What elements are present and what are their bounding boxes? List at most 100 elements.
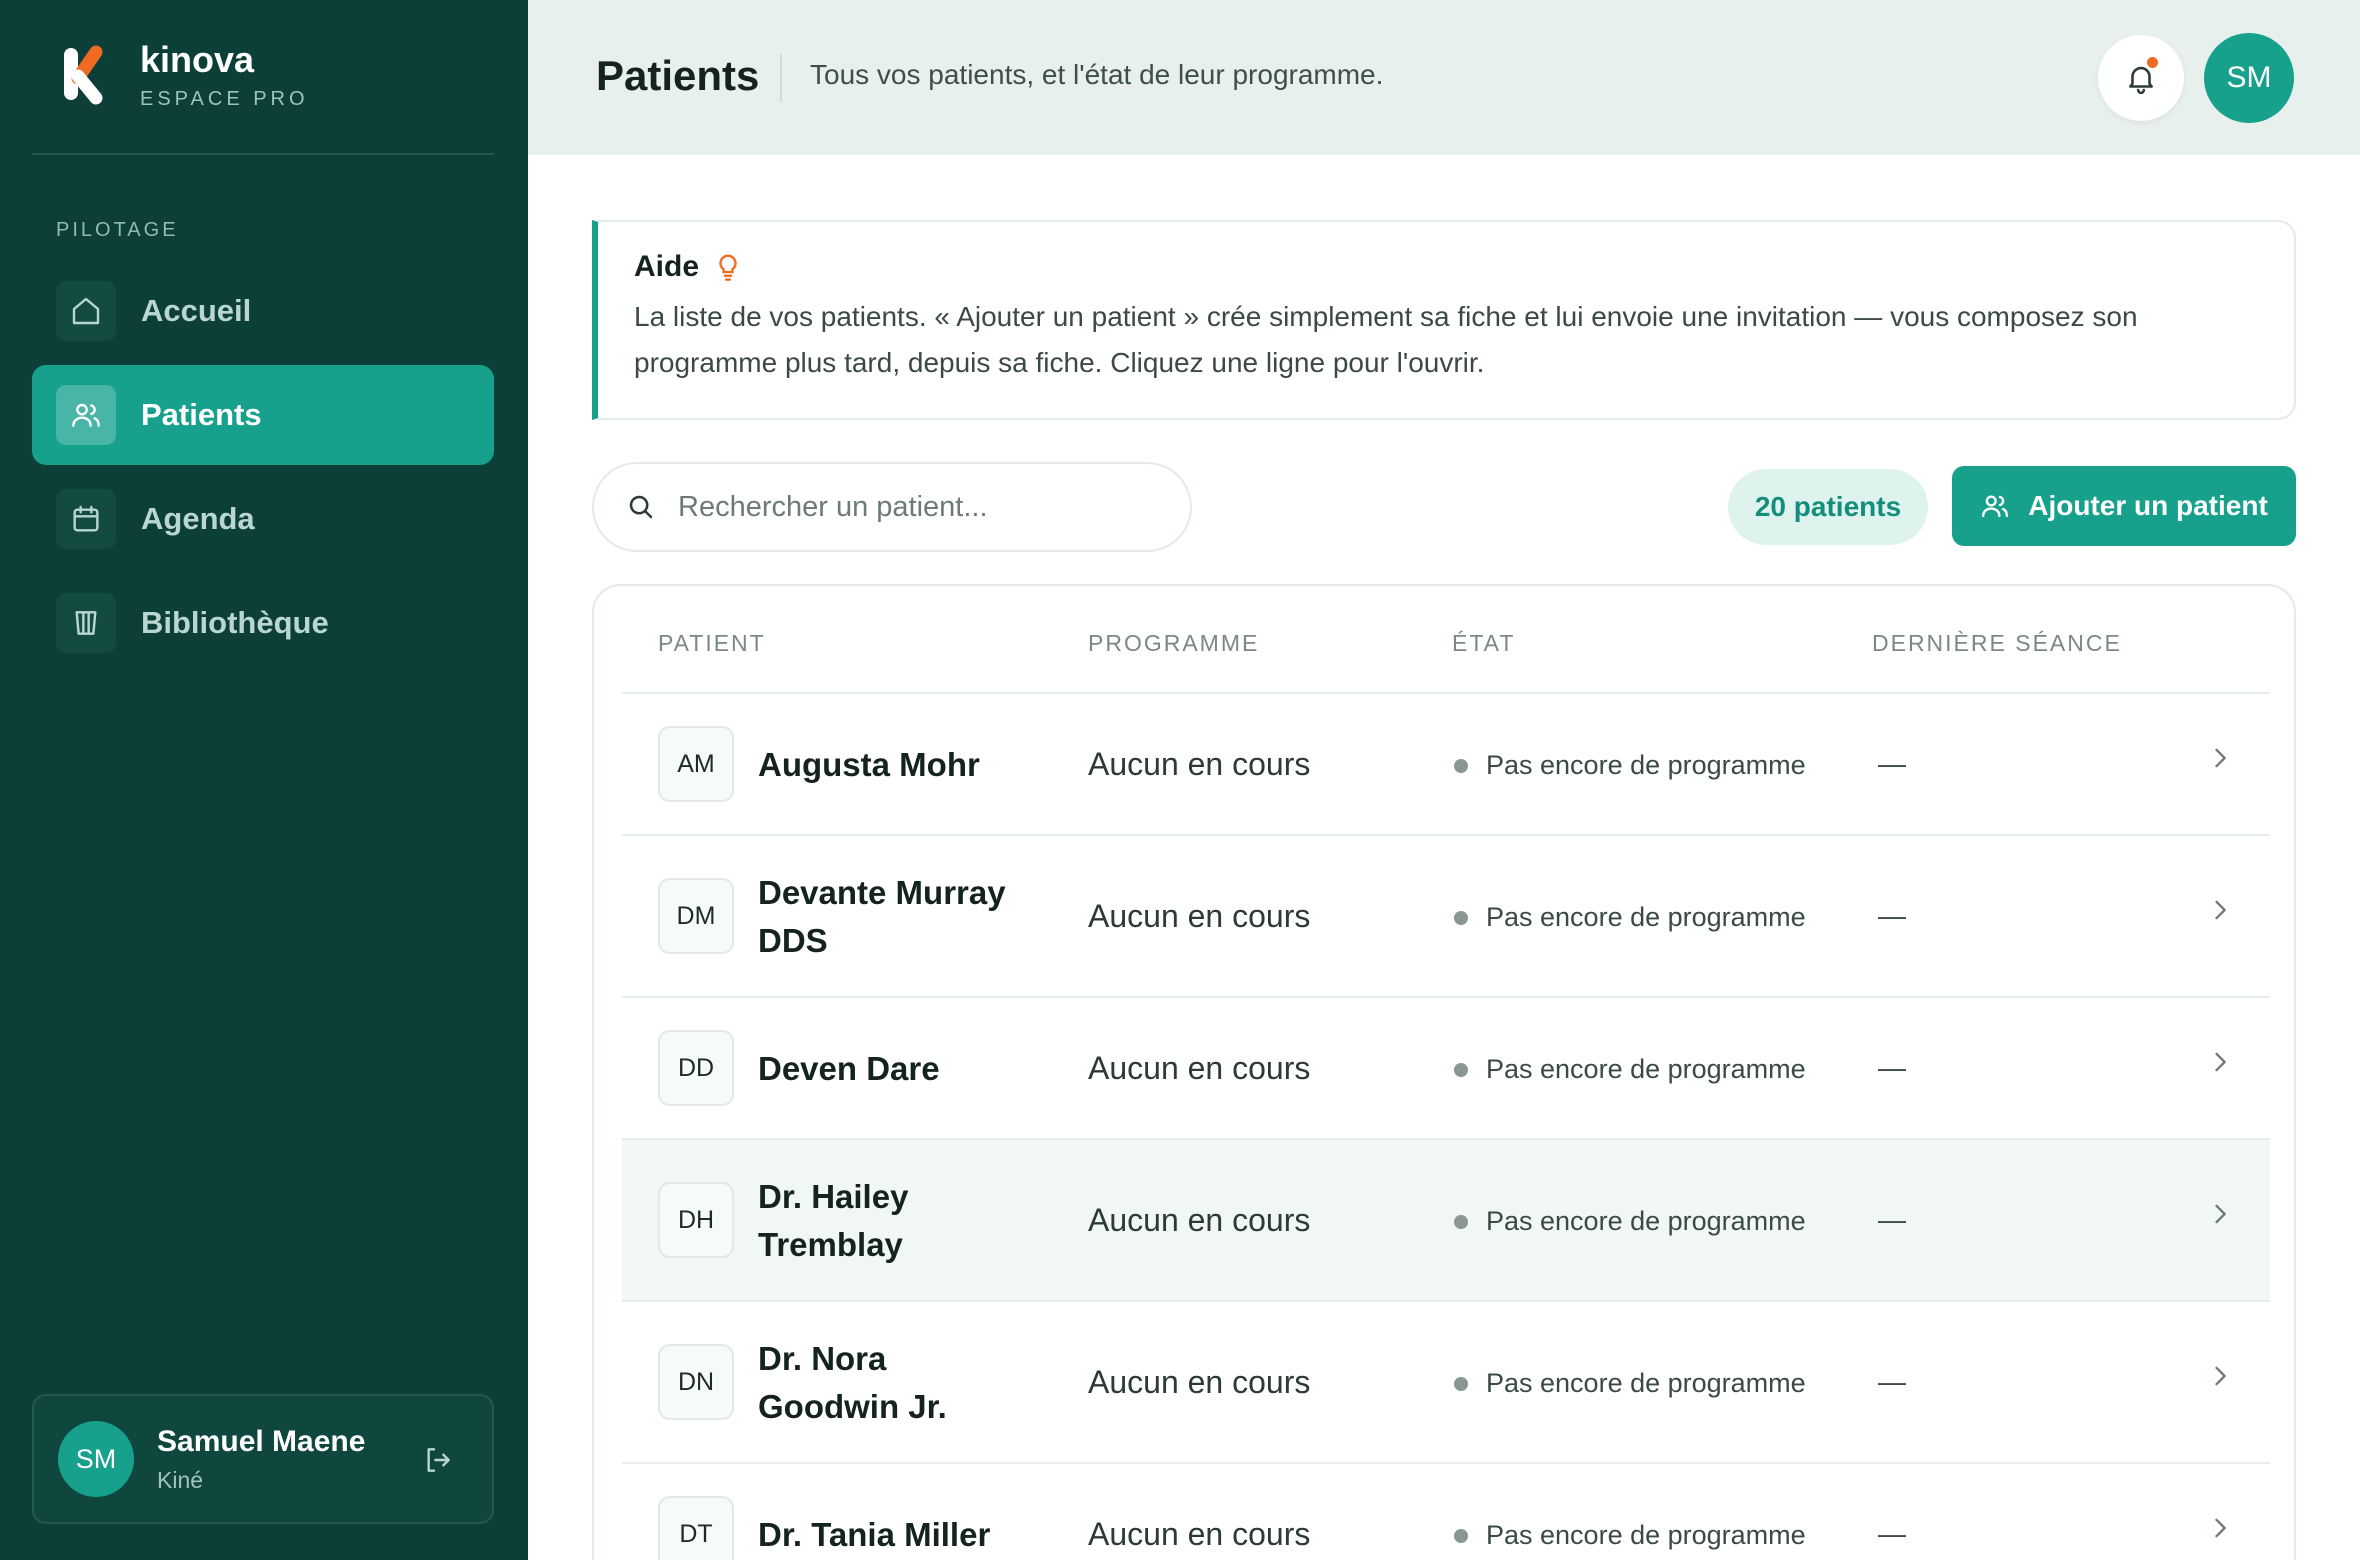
sidebar-item-label: Accueil bbox=[141, 293, 252, 328]
brand[interactable]: kinova ESPACE PRO bbox=[58, 38, 309, 111]
page-subtitle: Tous vos patients, et l'état de leur pro… bbox=[810, 59, 1384, 90]
patient-initials: DN bbox=[658, 1344, 734, 1420]
patient-name: Deven Dare bbox=[758, 1050, 940, 1087]
status-dot bbox=[1454, 1062, 1468, 1077]
patient-count-badge: 20 patients bbox=[1728, 469, 1928, 545]
patient-programme: Aucun en cours bbox=[1088, 1364, 1311, 1400]
brand-name: kinova bbox=[140, 39, 255, 80]
sidebar: kinova ESPACE PRO PILOTAGE Accueil Patie… bbox=[0, 0, 528, 1560]
logout-icon[interactable] bbox=[422, 1444, 454, 1481]
patient-state: Pas encore de programme bbox=[1454, 902, 1806, 933]
patient-name: Dr. Nora Goodwin Jr. bbox=[758, 1340, 947, 1425]
patient-name: Dr. Tania Miller bbox=[758, 1516, 991, 1553]
patient-initials: AM bbox=[658, 726, 734, 802]
chevron-right-icon bbox=[2215, 1204, 2226, 1224]
notifications-button[interactable] bbox=[2098, 35, 2184, 121]
patient-programme: Aucun en cours bbox=[1088, 746, 1311, 782]
chevron-right-icon bbox=[2215, 748, 2226, 768]
column-header-patient[interactable]: PATIENT bbox=[658, 630, 766, 657]
table-row[interactable]: DD Deven Dare Aucun en cours Pas encore … bbox=[622, 998, 2270, 1140]
users-icon bbox=[56, 385, 116, 445]
status-dot bbox=[1454, 1376, 1468, 1391]
add-patient-button[interactable]: Ajouter un patient bbox=[1952, 466, 2296, 546]
divider bbox=[780, 54, 782, 102]
help-text: La liste de vos patients. « Ajouter un p… bbox=[634, 301, 2138, 378]
patient-programme: Aucun en cours bbox=[1088, 1202, 1311, 1238]
sidebar-item-label: Patients bbox=[141, 397, 262, 432]
status-label: Pas encore de programme bbox=[1486, 1368, 1806, 1398]
page-header: Patients Tous vos patients, et l'état de… bbox=[528, 0, 2360, 155]
status-label: Pas encore de programme bbox=[1486, 750, 1806, 780]
patient-state: Pas encore de programme bbox=[1454, 1368, 1806, 1399]
chevron-right-icon bbox=[2215, 900, 2226, 920]
status-label: Pas encore de programme bbox=[1486, 1206, 1806, 1236]
table-row[interactable]: DM Devante Murray DDS Aucun en cours Pas… bbox=[622, 836, 2270, 998]
brand-subtitle: ESPACE PRO bbox=[140, 88, 309, 110]
patient-name: Devante Murray DDS bbox=[758, 874, 1006, 959]
nav-section-label: PILOTAGE bbox=[56, 219, 179, 241]
patient-programme: Aucun en cours bbox=[1088, 1050, 1311, 1086]
table-row[interactable]: DH Dr. Hailey Tremblay Aucun en cours Pa… bbox=[622, 1140, 2270, 1302]
status-dot bbox=[1454, 910, 1468, 925]
patient-last-session: — bbox=[1878, 1052, 1906, 1083]
search-input[interactable] bbox=[678, 490, 1158, 524]
kinova-logo bbox=[64, 45, 103, 105]
patient-initials: DT bbox=[658, 1496, 734, 1560]
search-field[interactable] bbox=[592, 462, 1192, 552]
column-header-derniere-seance[interactable]: DERNIÈRE SÉANCE bbox=[1872, 630, 2122, 657]
patient-initials: DM bbox=[658, 878, 734, 954]
help-title: Aide bbox=[634, 250, 700, 283]
patient-programme: Aucun en cours bbox=[1088, 1516, 1311, 1552]
patient-name: Augusta Mohr bbox=[758, 746, 980, 783]
patient-last-session: — bbox=[1878, 1204, 1906, 1235]
user-name: Samuel Maene bbox=[157, 1424, 366, 1458]
patient-state: Pas encore de programme bbox=[1454, 750, 1806, 781]
user-role: Kiné bbox=[157, 1466, 204, 1493]
calendar-icon bbox=[56, 489, 116, 549]
status-dot bbox=[1454, 1528, 1468, 1543]
patient-last-session: — bbox=[1878, 900, 1906, 931]
table-header: PATIENT PROGRAMME ÉTAT DERNIÈRE SÉANCE bbox=[622, 586, 2270, 694]
avatar[interactable]: SM bbox=[2204, 33, 2294, 123]
table-row[interactable]: AM Augusta Mohr Aucun en cours Pas encor… bbox=[622, 694, 2270, 836]
patient-state: Pas encore de programme bbox=[1454, 1206, 1806, 1237]
status-label: Pas encore de programme bbox=[1486, 1054, 1806, 1084]
status-dot bbox=[1454, 1214, 1468, 1229]
sidebar-item-patients[interactable]: Patients bbox=[32, 365, 494, 465]
status-dot bbox=[1454, 758, 1468, 773]
user-card[interactable]: SM Samuel Maene Kiné bbox=[32, 1394, 494, 1524]
patient-last-session: — bbox=[1878, 1518, 1906, 1549]
status-label: Pas encore de programme bbox=[1486, 902, 1806, 932]
home-icon bbox=[56, 281, 116, 341]
chevron-right-icon bbox=[2215, 1518, 2226, 1538]
table-row[interactable]: DN Dr. Nora Goodwin Jr. Aucun en cours P… bbox=[622, 1302, 2270, 1464]
patient-programme: Aucun en cours bbox=[1088, 898, 1311, 934]
help-panel: Aide La liste de vos patients. « Ajouter… bbox=[592, 220, 2296, 420]
sidebar-item-bibliotheque[interactable]: Bibliothèque bbox=[32, 573, 494, 673]
patient-state: Pas encore de programme bbox=[1454, 1054, 1806, 1085]
column-header-programme[interactable]: PROGRAMME bbox=[1088, 630, 1259, 657]
patient-initials: DH bbox=[658, 1182, 734, 1258]
status-label: Pas encore de programme bbox=[1486, 1520, 1806, 1550]
table-row[interactable]: DT Dr. Tania Miller Aucun en cours Pas e… bbox=[622, 1464, 2270, 1560]
patients-table: PATIENT PROGRAMME ÉTAT DERNIÈRE SÉANCE A… bbox=[592, 584, 2296, 1560]
chevron-right-icon bbox=[2215, 1366, 2226, 1386]
sidebar-item-agenda[interactable]: Agenda bbox=[32, 469, 494, 569]
sidebar-item-label: Bibliothèque bbox=[141, 605, 329, 640]
add-patient-label: Ajouter un patient bbox=[2028, 490, 2268, 521]
users-icon bbox=[1982, 495, 2009, 518]
sidebar-item-accueil[interactable]: Accueil bbox=[32, 261, 494, 361]
chevron-right-icon bbox=[2215, 1052, 2226, 1072]
patient-initials: DD bbox=[658, 1030, 734, 1106]
avatar: SM bbox=[58, 1421, 134, 1497]
lightbulb-icon bbox=[719, 254, 737, 281]
library-icon bbox=[56, 593, 116, 653]
patient-last-session: — bbox=[1878, 748, 1906, 779]
notification-dot bbox=[2147, 57, 2158, 68]
column-header-etat[interactable]: ÉTAT bbox=[1452, 630, 1515, 657]
page-title: Patients bbox=[596, 52, 760, 99]
patient-state: Pas encore de programme bbox=[1454, 1520, 1806, 1551]
search-icon bbox=[629, 495, 653, 519]
patient-name: Dr. Hailey Tremblay bbox=[758, 1178, 909, 1263]
divider bbox=[32, 153, 494, 155]
